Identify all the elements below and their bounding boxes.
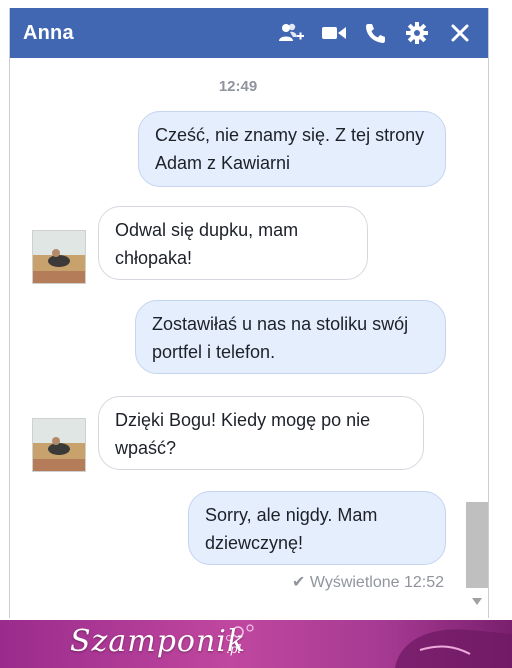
message-incoming[interactable]: Odwal się dupku, mam chłopaka! bbox=[98, 206, 368, 280]
close-icon[interactable] bbox=[447, 20, 473, 46]
message-outgoing[interactable]: Zostawiłaś u nas na stoliku swój portfel… bbox=[135, 300, 446, 374]
message-incoming[interactable]: Dzięki Bogu! Kiedy mogę po nie wpaść? bbox=[98, 396, 424, 470]
scrollbar[interactable] bbox=[466, 58, 488, 618]
chat-window: Anna 12:49 Cześć, nie znamy się. Z tej s… bbox=[9, 8, 489, 618]
message-outgoing[interactable]: Sorry, ale nigdy. Mam dziewczynę! bbox=[188, 491, 446, 565]
message-timestamp: 12:49 bbox=[218, 78, 258, 95]
video-call-icon[interactable] bbox=[321, 20, 347, 46]
contact-name[interactable]: Anna bbox=[23, 22, 74, 45]
seen-status: ✔ Wyświetlone 12:52 bbox=[292, 574, 444, 591]
watermark-banner: Szamponik .pl bbox=[0, 620, 512, 668]
phone-icon[interactable] bbox=[362, 20, 388, 46]
message-outgoing[interactable]: Cześć, nie znamy się. Z tej strony Adam … bbox=[138, 111, 446, 187]
gear-icon[interactable] bbox=[404, 20, 430, 46]
contact-avatar[interactable] bbox=[32, 230, 86, 284]
message-list[interactable]: 12:49 Cześć, nie znamy się. Z tej strony… bbox=[10, 58, 488, 618]
scrollbar-thumb[interactable] bbox=[466, 502, 488, 588]
scroll-down-arrow-icon[interactable] bbox=[472, 598, 482, 605]
watermark-tld: .pl bbox=[226, 642, 242, 656]
add-person-icon[interactable] bbox=[278, 20, 304, 46]
chat-header: Anna bbox=[10, 8, 488, 58]
watermark-logo: Szamponik bbox=[70, 624, 247, 659]
contact-avatar[interactable] bbox=[32, 418, 86, 472]
